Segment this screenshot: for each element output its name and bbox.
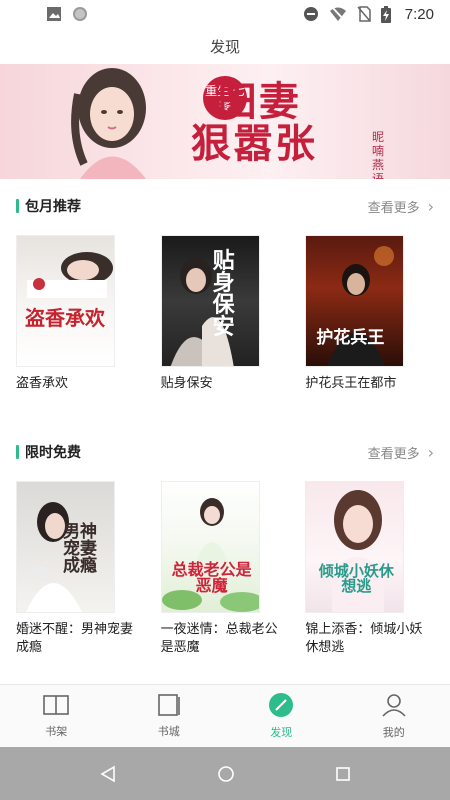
book-cover: 倾城小妖休想逃 <box>305 481 405 613</box>
view-more-label: 查看更多 <box>367 200 420 216</box>
book-open-icon <box>43 695 70 715</box>
section-accent-bar <box>16 445 19 459</box>
view-more-button[interactable]: 查看更多 › <box>368 197 434 216</box>
book-cover: 盗香承欢 <box>16 235 115 367</box>
book-cover: 男神宠妻成瘾 <box>16 481 115 613</box>
tab-bookshelf[interactable]: 书架 <box>0 685 113 747</box>
book-title: 贴身保安 <box>160 376 213 391</box>
book-card[interactable]: 倾城小妖休想逃 锦上添香：倾城小妖休想逃 <box>305 481 450 657</box>
book-title: 锦上添香：倾城小妖休想逃 <box>305 622 423 655</box>
status-bar: 7:20 <box>0 0 450 28</box>
tab-label: 我的 <box>382 726 405 739</box>
book-cover: 总裁老公是恶魔 <box>160 481 260 613</box>
circle-icon <box>73 7 87 21</box>
book-title: 护花兵王在都市 <box>305 376 397 391</box>
book-icon <box>157 694 180 716</box>
chevron-right-icon: › <box>427 196 434 216</box>
book-row: 盗香承欢 盗香承欢 贴身保安 贴身保安 护花兵王 护花兵王在都市 <box>0 235 450 393</box>
user-icon <box>382 694 406 717</box>
book-card[interactable]: 护花兵王 护花兵王在都市 <box>305 235 450 393</box>
promo-banner[interactable]: 重生 七零 田妻 狠嚣张 昵喃燕语 <box>0 64 450 179</box>
book-cover-title: 男神宠妻成瘾 <box>63 522 97 576</box>
bottom-tab-bar: 书架 书城 发现 我的 <box>0 684 450 747</box>
app-header: 发现 <box>0 28 450 64</box>
section-header: 包月推荐 查看更多 › <box>0 191 450 221</box>
tab-discover[interactable]: 发现 <box>225 685 338 747</box>
recents-icon[interactable] <box>335 766 351 782</box>
battery-charging-icon <box>380 5 391 23</box>
page-title: 发现 <box>209 37 240 56</box>
no-sim-icon <box>357 6 371 22</box>
book-cover-title: 护花兵王 <box>316 328 385 348</box>
status-time: 7:20 <box>404 5 434 23</box>
banner-author: 昵喃燕语 <box>372 130 385 179</box>
section-monthly-recommend: 包月推荐 查看更多 › 盗香承欢 盗香承欢 贴身保安 贴身保安 护花兵王 护花兵… <box>0 191 450 393</box>
tab-label: 发现 <box>270 726 293 739</box>
book-card[interactable]: 总裁老公是恶魔 一夜迷情：总裁老公是恶魔 <box>160 481 306 657</box>
banner-title-line1: 田妻 <box>217 78 301 125</box>
book-cover-title: 贴身保安 <box>212 248 235 340</box>
chevron-right-icon: › <box>427 442 434 462</box>
book-title: 一夜迷情：总裁老公是恶魔 <box>160 622 278 655</box>
book-row: 男神宠妻成瘾 婚迷不醒：男神宠妻成瘾 总裁老公是恶魔 一夜迷情：总裁老公是恶魔 <box>0 481 450 657</box>
book-cover: 护花兵王 <box>305 235 405 367</box>
tab-label: 书架 <box>45 725 68 738</box>
book-card[interactable]: 盗香承欢 盗香承欢 <box>16 235 161 393</box>
banner-title-line2: 狠嚣张 <box>191 120 317 167</box>
book-cover-title: 倾城小妖休想逃 <box>318 562 394 595</box>
section-title: 包月推荐 <box>25 199 81 215</box>
discover-icon <box>269 693 294 717</box>
section-title: 限时免费 <box>25 445 81 461</box>
tab-profile[interactable]: 我的 <box>338 685 450 747</box>
book-card[interactable]: 男神宠妻成瘾 婚迷不醒：男神宠妻成瘾 <box>16 481 161 657</box>
view-more-label: 查看更多 <box>367 446 420 462</box>
image-icon <box>47 7 61 21</box>
section-accent-bar <box>16 199 19 213</box>
banner-girl-illustration <box>71 68 146 179</box>
view-more-button[interactable]: 查看更多 › <box>368 443 434 462</box>
home-icon[interactable] <box>217 765 235 783</box>
section-header: 限时免费 查看更多 › <box>0 437 450 467</box>
tab-label: 书城 <box>157 725 180 738</box>
book-cover-title: 总裁老公是恶魔 <box>171 560 252 595</box>
book-card[interactable]: 贴身保安 贴身保安 <box>160 235 306 393</box>
book-cover-title: 盗香承欢 <box>25 306 105 330</box>
book-cover: 贴身保安 <box>160 235 260 367</box>
banner-title: 重生 七零 田妻 狠嚣张 <box>185 76 360 171</box>
tab-bookstore[interactable]: 书城 <box>113 685 226 747</box>
wifi-off-icon <box>329 6 346 22</box>
dnd-icon <box>303 7 318 21</box>
book-title: 盗香承欢 <box>16 376 69 391</box>
section-limited-free: 限时免费 查看更多 › 男神宠妻成瘾 婚迷不醒：男神宠妻成瘾 总裁老公是恶魔 一… <box>0 437 450 657</box>
book-title: 婚迷不醒：男神宠妻成瘾 <box>16 622 134 655</box>
back-icon[interactable] <box>99 765 117 783</box>
system-navigation-bar <box>0 747 450 800</box>
